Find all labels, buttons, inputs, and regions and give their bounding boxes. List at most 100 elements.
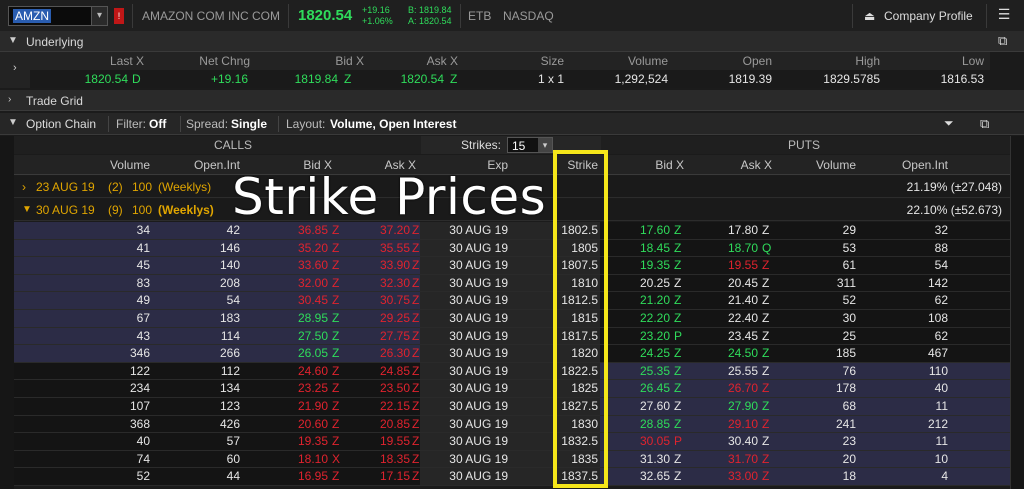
call-ask[interactable]: 24.85 [344,364,410,378]
put-ask[interactable]: 33.00 [700,469,758,483]
call-ask[interactable]: 23.50 [344,381,410,395]
col-strike[interactable]: Strike [554,158,598,172]
col-put-open-int[interactable]: Open.Int [864,158,948,172]
put-bid[interactable]: 17.60 [610,223,670,237]
put-ask[interactable]: 27.90 [700,399,758,413]
option-row[interactable]: 122 112 24.60 Z 24.85 Z 30 AUG 19 1822.5 25.35 Z 2… [14,362,1010,381]
underlying-section-header[interactable]: ▼ Underlying ⧉ [0,31,1024,52]
put-ask[interactable]: 24.50 [700,346,758,360]
call-bid[interactable]: 23.25 [264,381,328,395]
option-row[interactable]: 49 54 30.45 Z 30.75 Z 30 AUG 19 1812.5 21.20 Z 21.… [14,292,1010,310]
option-row[interactable]: 83 208 32.00 Z 32.30 Z 30 AUG 19 1810 20.25 Z 20.4… [14,274,1010,293]
put-bid[interactable]: 19.35 [610,258,670,272]
put-ask[interactable]: 25.55 [700,364,758,378]
option-row[interactable]: 40 57 19.35 Z 19.55 Z 30 AUG 19 1832.5 30.05 P 30.… [14,433,1010,451]
call-ask[interactable]: 18.35 [344,452,410,466]
put-bid[interactable]: 18.45 [610,241,670,255]
put-bid[interactable]: 25.35 [610,364,670,378]
put-ask[interactable]: 18.70 [700,241,758,255]
call-ask[interactable]: 19.55 [344,434,410,448]
alert-icon[interactable]: ! [114,8,124,24]
put-bid[interactable]: 23.20 [610,329,670,343]
call-bid[interactable]: 27.50 [264,329,328,343]
call-ask[interactable]: 20.85 [344,417,410,431]
put-ask[interactable]: 26.70 [700,381,758,395]
put-ask[interactable]: 30.40 [700,434,758,448]
col-exp[interactable]: Exp [424,158,508,172]
spread-control[interactable]: Spread: Single [186,113,274,135]
put-bid[interactable]: 28.85 [610,417,670,431]
put-ask[interactable]: 23.45 [700,329,758,343]
popout-icon[interactable]: ⧉ [998,33,1007,49]
put-ask[interactable]: 19.55 [700,258,758,272]
call-bid[interactable]: 35.20 [264,241,328,255]
menu-icon[interactable]: ☰ [992,6,1016,26]
strikes-select[interactable]: 15 ▾ [507,137,553,153]
call-ask[interactable]: 32.30 [344,276,410,290]
put-bid[interactable]: 26.45 [610,381,670,395]
chevron-down-icon[interactable]: ▼ [8,117,18,128]
call-bid[interactable]: 36.85 [264,223,328,237]
put-bid[interactable]: 20.25 [610,276,670,290]
put-ask[interactable]: 29.10 [700,417,758,431]
put-bid[interactable]: 31.30 [610,452,670,466]
put-ask[interactable]: 17.80 [700,223,758,237]
underlying-expand[interactable]: › [0,52,30,88]
option-row[interactable]: 34 42 36.85 Z 37.20 Z 30 AUG 19 1802.5 17.60 Z 17.… [14,222,1010,240]
col-call-ask[interactable]: Ask X [344,158,416,172]
put-ask[interactable]: 21.40 [700,293,758,307]
put-ask[interactable]: 31.70 [700,452,758,466]
call-bid[interactable]: 16.95 [264,469,328,483]
option-row[interactable]: 52 44 16.95 Z 17.15 Z 30 AUG 19 1837.5 32.65 Z 33.… [14,468,1010,486]
option-row[interactable]: 67 183 28.95 Z 29.25 Z 30 AUG 19 1815 22.20 Z 22.4… [14,310,1010,328]
call-ask[interactable]: 33.90 [344,258,410,272]
call-bid[interactable]: 32.00 [264,276,328,290]
col-put-volume[interactable]: Volume [776,158,856,172]
call-ask[interactable]: 29.25 [344,311,410,325]
put-bid[interactable]: 30.05 [610,434,670,448]
call-bid[interactable]: 26.05 [264,346,328,360]
put-bid[interactable]: 24.25 [610,346,670,360]
put-bid[interactable]: 21.20 [610,293,670,307]
put-bid[interactable]: 32.65 [610,469,670,483]
col-put-bid[interactable]: Bid X [614,158,684,172]
call-ask[interactable]: 27.75 [344,329,410,343]
col-call-volume[interactable]: Volume [74,158,150,172]
put-bid[interactable]: 22.20 [610,311,670,325]
call-bid[interactable]: 28.95 [264,311,328,325]
put-ask[interactable]: 20.45 [700,276,758,290]
call-ask[interactable]: 30.75 [344,293,410,307]
option-row[interactable]: 346 266 26.05 Z 26.30 Z 30 AUG 19 1820 24.25 Z 24.… [14,345,1010,363]
symbol-dropdown-icon[interactable]: ▾ [91,7,107,25]
company-profile-button[interactable]: ⏏ Company Profile [856,3,984,29]
col-call-open-int[interactable]: Open.Int [160,158,240,172]
col-put-ask[interactable]: Ask X [704,158,772,172]
option-row[interactable]: 43 114 27.50 Z 27.75 Z 30 AUG 19 1817.5 23.20 P 23… [14,327,1010,346]
call-bid[interactable]: 21.90 [264,399,328,413]
trade-grid-section-header[interactable]: › Trade Grid [0,90,1024,111]
popout-icon[interactable]: ⧉ [980,116,989,132]
option-row[interactable]: 368 426 20.60 Z 20.85 Z 30 AUG 19 1830 28.85 Z 29.… [14,415,1010,434]
layout-control[interactable]: Layout: Volume, Open Interest [286,113,476,135]
call-bid[interactable]: 33.60 [264,258,328,272]
call-ask[interactable]: 26.30 [344,346,410,360]
option-row[interactable]: 45 140 33.60 Z 33.90 Z 30 AUG 19 1807.5 19.35 Z 19… [14,257,1010,275]
option-row[interactable]: 41 146 35.20 Z 35.55 Z 30 AUG 19 1805 18.45 Z 18.7… [14,239,1010,258]
call-bid[interactable]: 24.60 [264,364,328,378]
option-row[interactable]: 74 60 18.10 X 18.35 Z 30 AUG 19 1835 31.30 Z 31.70… [14,450,1010,469]
collapse-icon[interactable]: ⏷ [944,116,954,131]
filter-control[interactable]: Filter: Off [116,113,176,135]
expiration-row[interactable]: ▼ 30 AUG 19 (9) 100 (Weeklys) 22.10% (±5… [14,199,1010,221]
expiration-row[interactable]: › 23 AUG 19 (2) 100 (Weeklys) 21.19% (±2… [14,176,1010,198]
call-bid[interactable]: 18.10 [264,452,328,466]
call-bid[interactable]: 19.35 [264,434,328,448]
symbol-input[interactable]: AMZN ▾ [8,6,108,26]
put-bid[interactable]: 27.60 [610,399,670,413]
call-bid[interactable]: 20.60 [264,417,328,431]
col-call-bid[interactable]: Bid X [264,158,332,172]
call-ask[interactable]: 17.15 [344,469,410,483]
option-row[interactable]: 234 134 23.25 Z 23.50 Z 30 AUG 19 1825 26.45 Z 26.… [14,380,1010,398]
option-row[interactable]: 107 123 21.90 Z 22.15 Z 30 AUG 19 1827.5 27.60 Z 2… [14,398,1010,416]
call-ask[interactable]: 22.15 [344,399,410,413]
call-ask[interactable]: 35.55 [344,241,410,255]
